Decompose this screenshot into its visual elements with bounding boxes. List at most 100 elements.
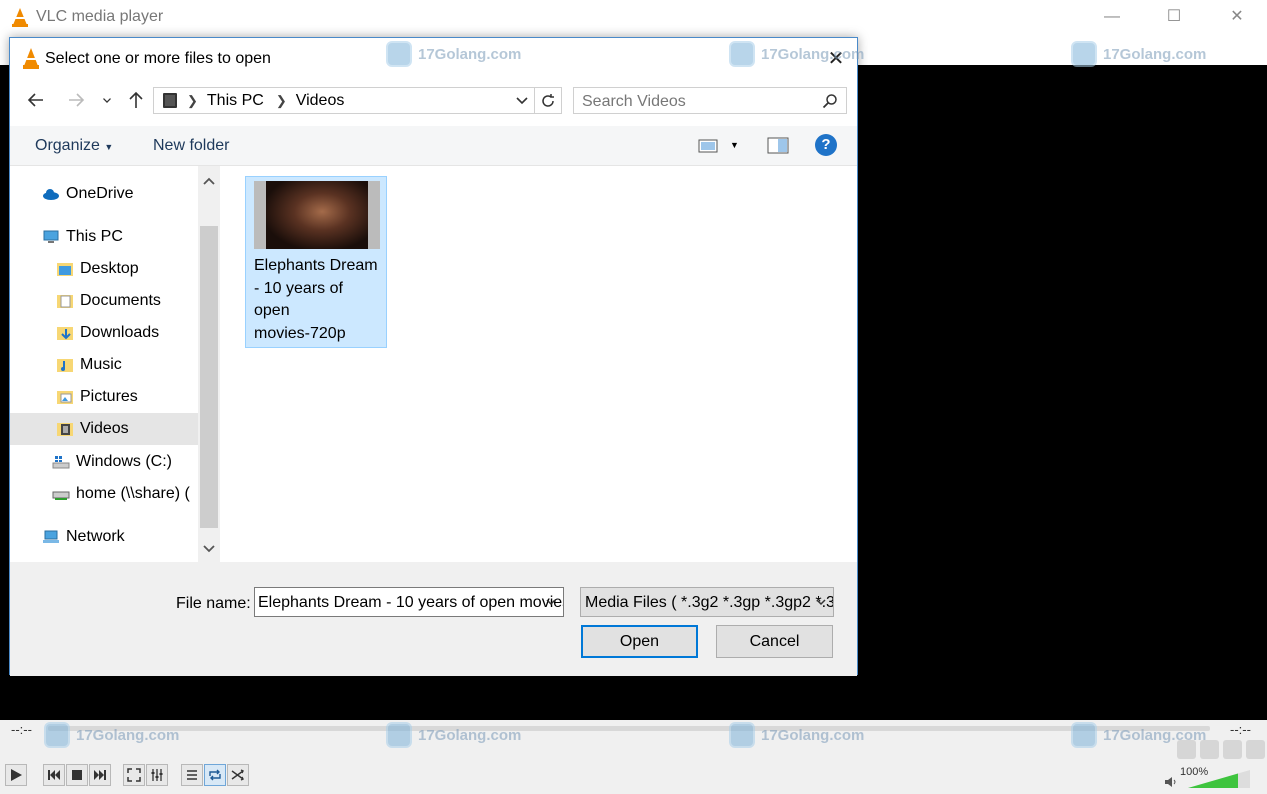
stop-button[interactable] bbox=[66, 764, 88, 786]
organize-button[interactable]: Organize ▼ bbox=[35, 137, 113, 155]
back-arrow-icon bbox=[27, 93, 43, 107]
playlist-button[interactable] bbox=[181, 764, 203, 786]
videos-folder-icon bbox=[163, 93, 177, 108]
scroll-up-icon[interactable] bbox=[202, 174, 216, 188]
cancel-button[interactable]: Cancel bbox=[716, 625, 833, 658]
stop-icon bbox=[72, 770, 82, 780]
snapshot-icon[interactable] bbox=[1200, 740, 1219, 759]
command-bar: Organize ▼ New folder ▼ ? bbox=[10, 126, 857, 166]
loop-ab-icon[interactable] bbox=[1223, 740, 1242, 759]
minimize-button[interactable]: — bbox=[1098, 4, 1126, 30]
next-button[interactable] bbox=[89, 764, 111, 786]
forward-button[interactable] bbox=[64, 88, 88, 112]
nav-item-pictures[interactable]: Pictures bbox=[10, 381, 198, 413]
chevron-down-icon[interactable] bbox=[514, 92, 530, 108]
view-dropdown-icon[interactable]: ▼ bbox=[730, 140, 739, 150]
search-input[interactable]: Search Videos bbox=[573, 87, 847, 114]
recent-locations-button[interactable] bbox=[100, 88, 114, 112]
previous-icon bbox=[48, 770, 60, 780]
scroll-down-icon[interactable] bbox=[202, 542, 216, 556]
organize-label: Organize bbox=[35, 137, 100, 154]
video-thumbnail bbox=[254, 181, 380, 249]
loop-button[interactable] bbox=[204, 764, 226, 786]
close-button[interactable]: ✕ bbox=[1223, 4, 1251, 30]
dialog-titlebar: Select one or more files to open ✕ bbox=[10, 38, 857, 80]
nav-item-videos[interactable]: Videos bbox=[10, 413, 198, 445]
vlc-titlebar: VLC media player — ☐ ✕ bbox=[0, 0, 1267, 36]
open-file-dialog: Select one or more files to open ✕ ❯ Thi… bbox=[9, 37, 858, 676]
nav-item-label: Documents bbox=[80, 292, 161, 309]
vlc-window-title: VLC media player bbox=[36, 8, 164, 25]
nav-item-label: OneDrive bbox=[66, 185, 134, 202]
file-item[interactable]: Elephants Dream - 10 years of open movie… bbox=[245, 176, 387, 348]
nav-item-desktop[interactable]: Desktop bbox=[10, 253, 198, 285]
nav-item-windows-c[interactable]: Windows (C:) bbox=[10, 446, 198, 478]
speaker-icon[interactable] bbox=[1164, 775, 1178, 789]
dialog-title: Select one or more files to open bbox=[45, 50, 271, 67]
breadcrumb-chevron-icon: ❯ bbox=[275, 92, 287, 108]
nav-pane-scrollbar[interactable] bbox=[198, 166, 220, 562]
address-bar[interactable]: ❯ This PC ❯ Videos bbox=[153, 87, 562, 114]
shuffle-button[interactable] bbox=[227, 764, 249, 786]
caret-down-icon: ▼ bbox=[104, 142, 114, 152]
play-button[interactable] bbox=[5, 764, 27, 786]
file-type-value: Media Files ( *.3g2 *.3gp *.3gp2 *.3gpp … bbox=[585, 594, 834, 611]
file-name-value: Elephants Dream - 10 years of open movie… bbox=[258, 594, 563, 611]
help-icon[interactable]: ? bbox=[815, 134, 837, 156]
volume-slider[interactable] bbox=[1188, 770, 1250, 788]
pictures-folder-icon bbox=[57, 391, 73, 404]
open-button[interactable]: Open bbox=[581, 625, 698, 658]
up-button[interactable] bbox=[124, 88, 148, 112]
nav-item-onedrive[interactable]: OneDrive bbox=[10, 178, 198, 210]
fullscreen-button[interactable] bbox=[123, 764, 145, 786]
scrollbar-thumb[interactable] bbox=[200, 226, 218, 528]
breadcrumb-videos[interactable]: Videos bbox=[296, 92, 345, 110]
navigation-pane: OneDrive This PC Desktop Documents Downl… bbox=[10, 166, 198, 562]
network-icon bbox=[43, 530, 59, 543]
back-button[interactable] bbox=[24, 88, 48, 112]
nav-item-network[interactable]: Network bbox=[10, 521, 198, 553]
previous-button[interactable] bbox=[43, 764, 65, 786]
file-name-input[interactable]: Elephants Dream - 10 years of open movie… bbox=[254, 587, 564, 617]
nav-item-label: Videos bbox=[80, 420, 129, 437]
onedrive-icon bbox=[43, 189, 59, 200]
breadcrumb-this-pc[interactable]: This PC bbox=[207, 92, 264, 110]
file-name-label: Elephants Dream - 10 years of open movie… bbox=[254, 257, 378, 342]
frame-step-icon[interactable] bbox=[1246, 740, 1265, 759]
nav-item-label: This PC bbox=[66, 228, 123, 245]
chevron-down-icon bbox=[103, 98, 111, 103]
nav-item-label: home (\\share) ( bbox=[76, 485, 190, 502]
new-folder-button[interactable]: New folder bbox=[153, 137, 229, 155]
dialog-close-button[interactable]: ✕ bbox=[825, 48, 847, 70]
nav-item-this-pc[interactable]: This PC bbox=[10, 221, 198, 253]
network-drive-icon bbox=[52, 491, 70, 500]
drive-icon bbox=[52, 456, 70, 469]
nav-item-label: Desktop bbox=[80, 260, 139, 277]
nav-item-label: Network bbox=[66, 528, 125, 545]
search-icon bbox=[822, 94, 837, 109]
seek-slider[interactable] bbox=[48, 726, 1210, 731]
refresh-button[interactable] bbox=[534, 88, 561, 113]
playlist-icon bbox=[187, 770, 197, 780]
fullscreen-icon bbox=[127, 768, 141, 782]
maximize-button[interactable]: ☐ bbox=[1160, 4, 1188, 30]
preview-pane-icon[interactable] bbox=[767, 137, 789, 154]
view-options-icon[interactable] bbox=[698, 138, 718, 154]
nav-item-home-share[interactable]: home (\\share) ( bbox=[10, 478, 198, 510]
nav-item-downloads[interactable]: Downloads bbox=[10, 317, 198, 349]
vlc-cone-icon bbox=[12, 8, 28, 27]
search-placeholder: Search Videos bbox=[582, 93, 686, 110]
chevron-down-icon[interactable] bbox=[544, 595, 558, 609]
nav-item-music[interactable]: Music bbox=[10, 349, 198, 381]
record-icon[interactable] bbox=[1177, 740, 1196, 759]
vlc-cone-icon bbox=[23, 48, 39, 69]
nav-item-documents[interactable]: Documents bbox=[10, 285, 198, 317]
downloads-folder-icon bbox=[57, 327, 73, 340]
extended-settings-button[interactable] bbox=[146, 764, 168, 786]
elapsed-time: --:-- bbox=[11, 722, 32, 737]
nav-item-label: Downloads bbox=[80, 324, 160, 341]
file-type-select[interactable]: Media Files ( *.3g2 *.3gp *.3gp2 *.3gpp … bbox=[580, 587, 834, 617]
equalizer-icon bbox=[151, 769, 163, 781]
file-list: Elephants Dream - 10 years of open movie… bbox=[220, 166, 857, 562]
shuffle-icon bbox=[231, 769, 244, 781]
